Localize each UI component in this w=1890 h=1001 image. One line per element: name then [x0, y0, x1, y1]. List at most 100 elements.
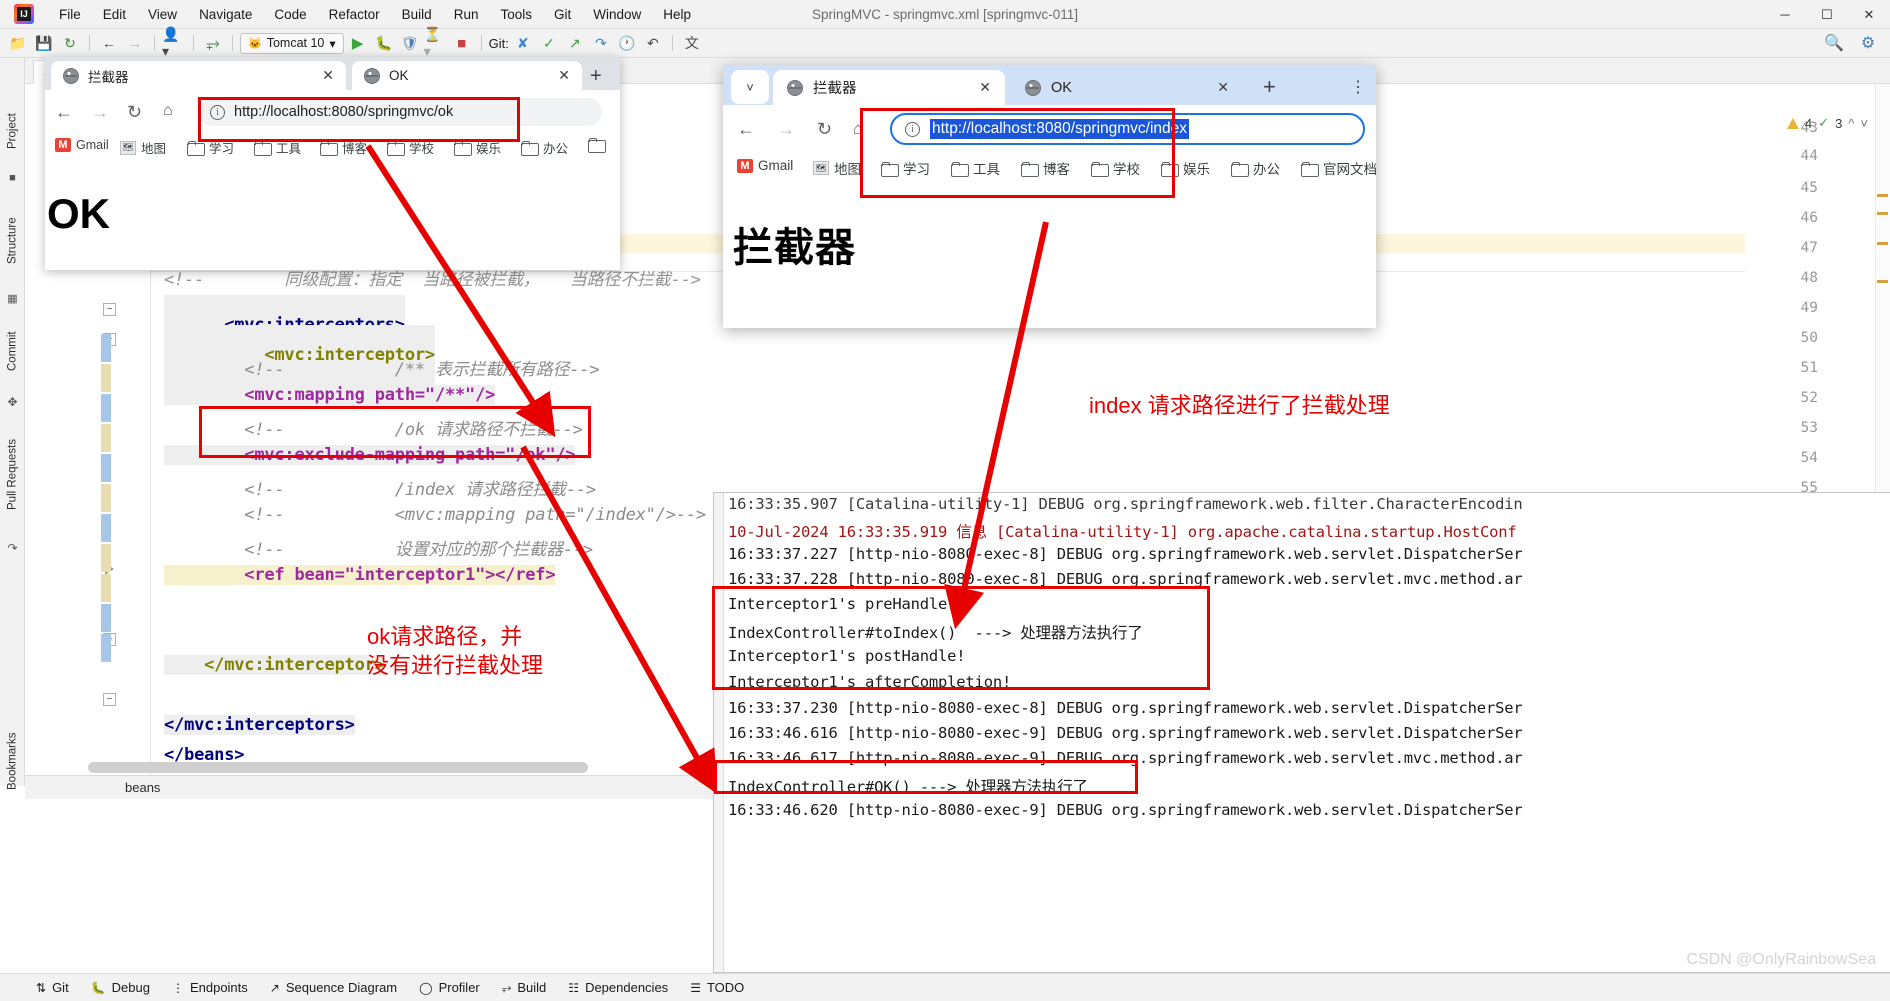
hammer-icon[interactable]: ⥅ — [201, 32, 225, 54]
sidebar-item-bookmarks[interactable]: Bookmarks — [0, 718, 25, 804]
bookmark-overflow[interactable] — [588, 138, 605, 151]
bookmark-blog[interactable]: 博客 — [320, 138, 367, 157]
bookmark-maps[interactable]: 🗺 地图 — [813, 158, 861, 178]
status-item-sequence-diagram[interactable]: ↗ Sequence Diagram — [270, 980, 397, 995]
sidebar-item-commit[interactable]: Commit — [0, 316, 25, 386]
code-line-53[interactable]: <!-- /ok 请求路径不拦截--> — [164, 415, 583, 440]
code-line-56[interactable]: <!-- <mvc:mapping path="/index"/>--> — [164, 505, 706, 525]
maximize-button[interactable]: ☐ — [1806, 0, 1848, 29]
chevron-down-icon[interactable]: ˅ — [731, 70, 769, 104]
browser-window-ok[interactable]: 拦截器 ✕ OK ✕ + ← → ↻ ⌂ i http://localhost:… — [45, 57, 620, 270]
forward-arrow-icon[interactable]: → — [91, 102, 109, 123]
status-item-build[interactable]: ⥅ Build — [502, 980, 547, 995]
close-icon[interactable]: ✕ — [1217, 79, 1229, 96]
bookmark-office[interactable]: 办公 — [1231, 158, 1280, 178]
back-arrow-icon[interactable]: ← — [97, 32, 121, 54]
code-line-58[interactable]: <ref bean="interceptor1"></ref> — [164, 565, 555, 585]
window-controls[interactable]: ─ ☐ ✕ — [1764, 0, 1890, 29]
user-profile-icon[interactable]: 👤▾ — [162, 32, 186, 54]
forward-arrow-icon[interactable]: → — [777, 119, 795, 140]
status-item-profiler[interactable]: ◯ Profiler — [419, 980, 480, 995]
bookmark-gmail[interactable]: M Gmail — [55, 138, 109, 152]
git-commit-icon[interactable]: ✓ — [537, 32, 561, 54]
editor-horizontal-scrollbar[interactable] — [88, 762, 588, 773]
debug-icon[interactable]: 🐛 — [372, 32, 396, 54]
translate-icon[interactable]: 文 — [680, 32, 704, 54]
bookmark-tools[interactable]: 工具 — [951, 158, 1000, 178]
bookmark-tools[interactable]: 工具 — [254, 138, 301, 157]
bookmark-office[interactable]: 办公 — [521, 138, 568, 157]
back-arrow-icon[interactable]: ← — [737, 119, 755, 140]
bookmark-gmail[interactable]: M Gmail — [737, 158, 793, 173]
coverage-icon[interactable]: 🛡 — [398, 32, 422, 54]
bookmark-study[interactable]: 学习 — [881, 158, 930, 178]
browser2-address-bar[interactable]: i http://localhost:8080/springmvc/index — [890, 113, 1365, 145]
run-console-panel[interactable]: 16:33:35.907 [Catalina-utility-1] DEBUG … — [713, 492, 1890, 973]
browser1-tab-interceptor[interactable]: 拦截器 ✕ — [51, 61, 346, 90]
menu-item-refactor[interactable]: Refactor — [318, 4, 391, 25]
menu-item-git[interactable]: Git — [543, 4, 582, 25]
menu-item-tools[interactable]: Tools — [489, 4, 543, 25]
bookmark-maps[interactable]: 🗺 地图 — [120, 138, 166, 157]
browser2-tab-interceptor[interactable]: 拦截器 ✕ — [773, 70, 1005, 105]
browser2-tab-ok[interactable]: OK ✕ — [1011, 70, 1243, 105]
minimize-button[interactable]: ─ — [1764, 0, 1806, 29]
history-icon[interactable]: 🕐 — [615, 32, 639, 54]
search-icon[interactable]: 🔍 — [1822, 32, 1846, 54]
chevron-down-icon[interactable]: ▾ — [329, 36, 335, 51]
sync-icon[interactable]: ↻ — [58, 32, 82, 54]
code-line-57[interactable]: <!-- 设置对应的那个拦截器--> — [164, 535, 593, 560]
main-menu[interactable]: File Edit View Navigate Code Refactor Bu… — [48, 4, 702, 25]
chevron-up-icon[interactable]: ^ — [1848, 116, 1854, 131]
status-item-dependencies[interactable]: ☷ Dependencies — [568, 980, 668, 995]
run-icon[interactable]: ▶ — [346, 32, 370, 54]
profiler-icon[interactable]: ⏳▾ — [424, 32, 448, 54]
forward-arrow-icon[interactable]: → — [123, 32, 147, 54]
status-item-git[interactable]: ⇅ Git — [36, 980, 69, 995]
menu-item-edit[interactable]: Edit — [92, 4, 137, 25]
menu-item-window[interactable]: Window — [582, 4, 652, 25]
browser-window-index[interactable]: ˅ 拦截器 ✕ OK ✕ + ⋮ ← → ↻ ⌂ i http://localh… — [723, 65, 1376, 328]
git-branch-icon[interactable]: ↷ — [589, 32, 613, 54]
run-configuration-selector[interactable]: 🐱 Tomcat 10 ▾ — [240, 33, 344, 54]
info-circle-icon[interactable]: i — [905, 122, 920, 137]
console-scrollbar[interactable] — [714, 493, 724, 973]
open-folder-icon[interactable]: 📁 — [6, 32, 30, 54]
code-line-63[interactable]: </mvc:interceptors> — [164, 715, 355, 735]
bookmark-blog[interactable]: 博客 — [1021, 158, 1070, 178]
menu-item-run[interactable]: Run — [443, 4, 490, 25]
menu-item-code[interactable]: Code — [263, 4, 317, 25]
close-button[interactable]: ✕ — [1848, 0, 1890, 29]
menu-item-navigate[interactable]: Navigate — [188, 4, 263, 25]
sidebar-item-project[interactable]: Project — [0, 96, 25, 166]
info-circle-icon[interactable]: i — [210, 105, 225, 120]
browser1-tab-ok[interactable]: OK ✕ — [352, 61, 582, 90]
plus-icon[interactable]: + — [590, 65, 602, 88]
bookmark-study[interactable]: 学习 — [187, 138, 234, 157]
browser1-address-bar[interactable]: i http://localhost:8080/springmvc/ok — [198, 98, 602, 126]
sidebar-item-pull-requests[interactable]: Pull Requests — [0, 420, 25, 530]
save-icon[interactable]: 💾 — [32, 32, 56, 54]
gear-icon[interactable]: ⚙ — [1856, 32, 1880, 54]
menu-item-view[interactable]: View — [137, 4, 188, 25]
status-item-endpoints[interactable]: ⋮ Endpoints — [172, 980, 248, 995]
code-line-61[interactable]: </mvc:interceptor> — [164, 655, 385, 675]
bookmark-entertainment[interactable]: 娱乐 — [1161, 158, 1210, 178]
menu-item-file[interactable]: File — [48, 4, 92, 25]
sidebar-item-structure[interactable]: Structure — [0, 198, 25, 284]
close-icon[interactable]: ✕ — [322, 67, 334, 84]
bookmark-entertainment[interactable]: 娱乐 — [454, 138, 501, 157]
status-item-todo[interactable]: ☰ TODO — [690, 980, 744, 995]
close-icon[interactable]: ✕ — [558, 67, 570, 84]
menu-item-build[interactable]: Build — [391, 4, 443, 25]
reload-icon[interactable]: ↻ — [127, 102, 142, 123]
undo-icon[interactable]: ↶ — [641, 32, 665, 54]
git-update-icon[interactable]: ✘ — [511, 32, 535, 54]
plus-icon[interactable]: + — [1263, 74, 1276, 100]
git-push-icon[interactable]: ↗ — [563, 32, 587, 54]
bookmark-school[interactable]: 学校 — [1091, 158, 1140, 178]
fold-handle[interactable]: − — [103, 693, 116, 706]
code-line-54[interactable]: <mvc:exclude-mapping path="/ok"/> — [164, 445, 575, 465]
back-arrow-icon[interactable]: ← — [55, 102, 73, 123]
chevron-down-icon[interactable]: ˅ — [1860, 116, 1868, 131]
